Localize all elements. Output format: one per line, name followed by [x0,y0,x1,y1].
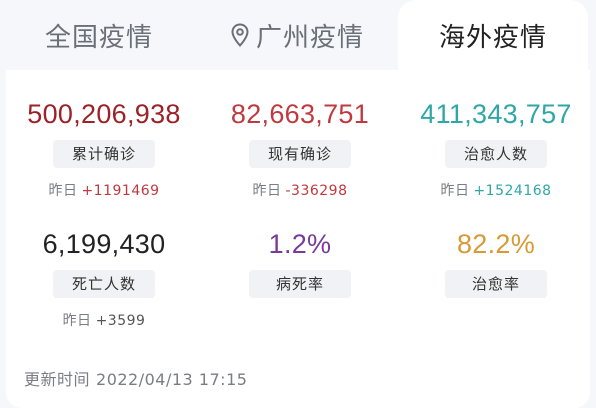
metric-cumulative-confirmed: 500,206,938 累计确诊 昨日 +1191469 [6,98,202,200]
metric-value: 82,663,751 [230,99,370,129]
stats-panel: 500,206,938 累计确诊 昨日 +1191469 82,663,751 现… [6,70,590,408]
delta-prefix: 昨日 [48,183,78,199]
metric-value: 500,206,938 [27,99,181,129]
metric-recovery-rate: 82.2% 治愈率 [398,228,594,298]
metric-label: 病死率 [249,270,351,298]
metric-label: 治愈率 [445,270,547,298]
metric-label: 累计确诊 [53,140,155,168]
location-pin-icon [230,22,250,48]
metric-value: 411,343,757 [420,99,572,129]
delta-prefix: 昨日 [62,313,92,329]
tab-guangzhou-label: 广州疫情 [255,22,364,53]
metric-label: 现有确诊 [249,140,351,168]
tab-national[interactable]: 全国疫情 [0,0,198,70]
region-tabs: 全国疫情 广州疫情 海外疫情 [0,0,596,70]
metric-value: 1.2% [268,229,332,259]
metric-fatality-rate: 1.2% 病死率 [202,228,398,298]
update-timestamp: 2022/04/13 17:15 [96,370,248,389]
metric-delta: 昨日 +3599 [6,310,202,330]
metric-deaths: 6,199,430 死亡人数 昨日 +3599 [6,228,202,330]
metric-value: 6,199,430 [42,229,166,259]
metric-delta: 昨日 +1191469 [6,180,202,200]
metric-delta: 昨日 -336298 [202,180,398,200]
delta-value: +1524168 [473,183,552,199]
tab-overseas[interactable]: 海外疫情 [398,0,588,70]
update-time: 更新时间 2022/04/13 17:15 [24,366,247,390]
metric-label: 死亡人数 [53,270,155,298]
metric-recovered: 411,343,757 治愈人数 昨日 +1524168 [398,98,594,200]
delta-value: -336298 [285,183,348,199]
tab-overseas-label: 海外疫情 [438,22,547,53]
delta-prefix: 昨日 [252,183,282,199]
epidemic-card: 全国疫情 广州疫情 海外疫情 500,206,938 累计确诊 昨日 +11914… [0,0,596,408]
tab-guangzhou[interactable]: 广州疫情 [198,0,396,70]
metric-value: 82.2% [456,229,536,259]
delta-value: +3599 [95,313,146,329]
delta-prefix: 昨日 [440,183,470,199]
tab-national-label: 全国疫情 [44,22,153,53]
delta-value: +1191469 [81,183,160,199]
update-label: 更新时间 [24,370,91,389]
metric-current-confirmed: 82,663,751 现有确诊 昨日 -336298 [202,98,398,200]
metric-label: 治愈人数 [445,140,547,168]
metric-delta: 昨日 +1524168 [398,180,594,200]
